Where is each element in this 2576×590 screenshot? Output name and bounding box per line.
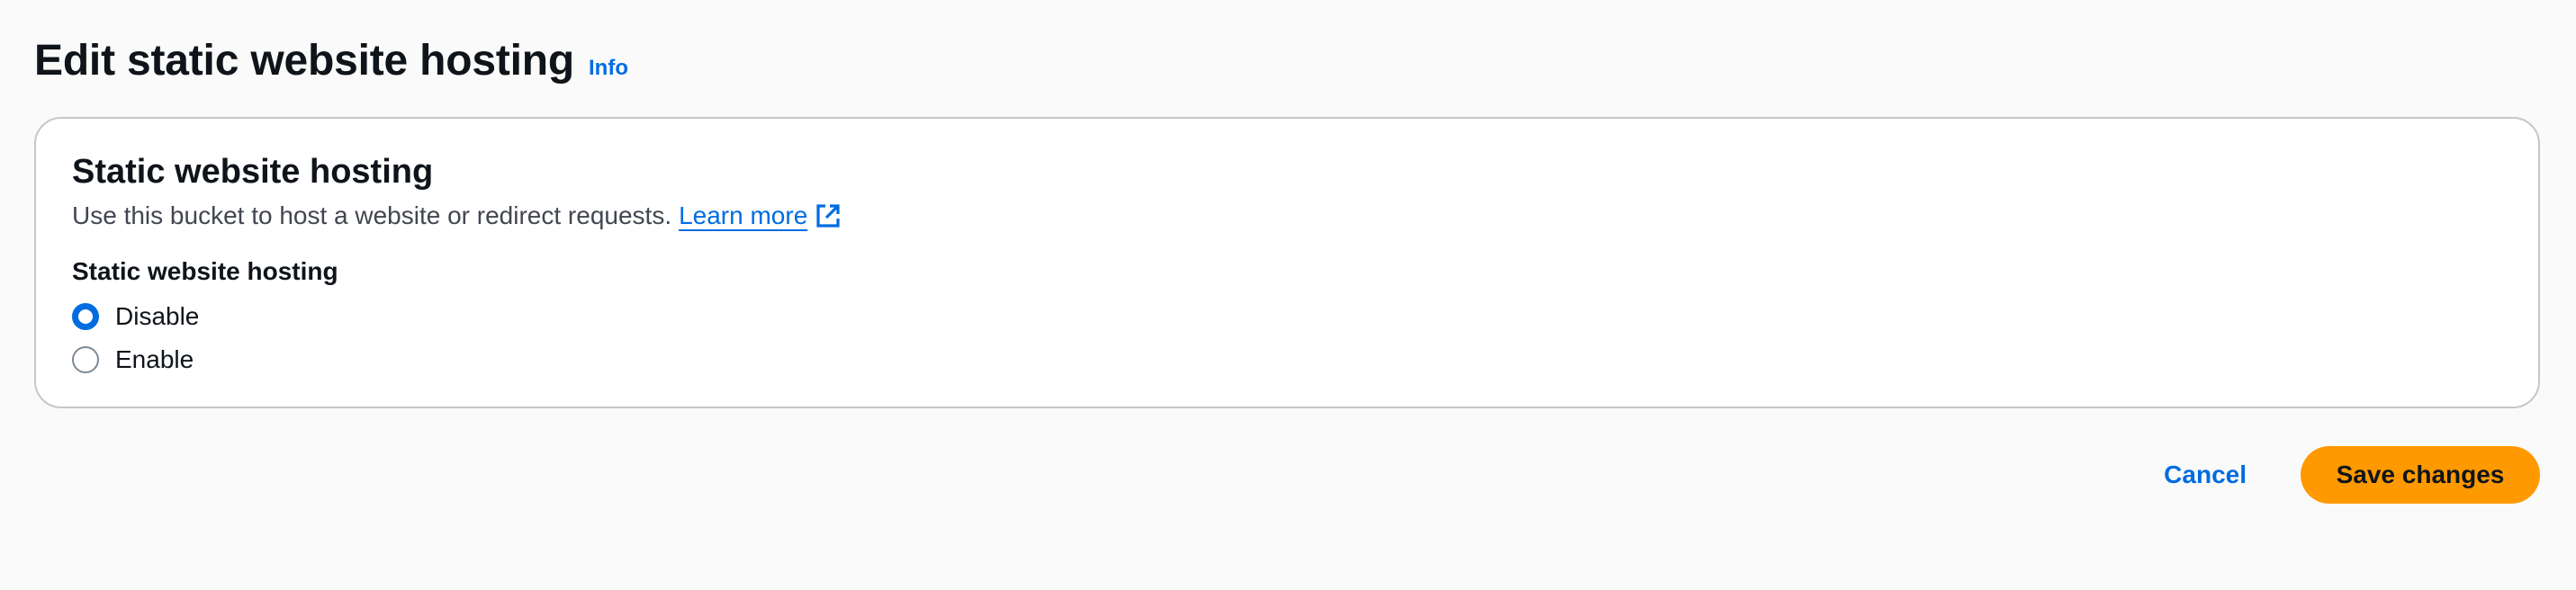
radio-label-disable: Disable (115, 302, 200, 330)
static-website-hosting-panel: Static website hosting Use this bucket t… (34, 117, 2540, 408)
hosting-radio-group: Disable Enable (72, 295, 199, 381)
section-title: Static website hosting (72, 153, 434, 191)
section-description: Use this bucket to host a website or red… (72, 198, 842, 234)
page-title: Edit static website hosting (34, 37, 575, 85)
learn-more-label: Learn more (679, 201, 808, 229)
radio-enable[interactable] (72, 346, 99, 373)
external-link-icon (816, 204, 840, 228)
radio-option-enable[interactable]: Enable (72, 338, 199, 381)
learn-more-link[interactable]: Learn more (679, 198, 842, 234)
description-text: Use this bucket to host a website or red… (72, 201, 672, 229)
info-link[interactable]: Info (589, 56, 628, 81)
radio-label-enable: Enable (115, 345, 194, 373)
radio-disable[interactable] (72, 303, 99, 330)
form-actions: Cancel Save changes (2135, 446, 2540, 504)
field-label: Static website hosting (72, 257, 338, 285)
page-header: Edit static website hosting Info (34, 34, 628, 88)
save-changes-button[interactable]: Save changes (2301, 446, 2540, 504)
cancel-button[interactable]: Cancel (2135, 446, 2275, 504)
radio-option-disable[interactable]: Disable (72, 295, 199, 338)
